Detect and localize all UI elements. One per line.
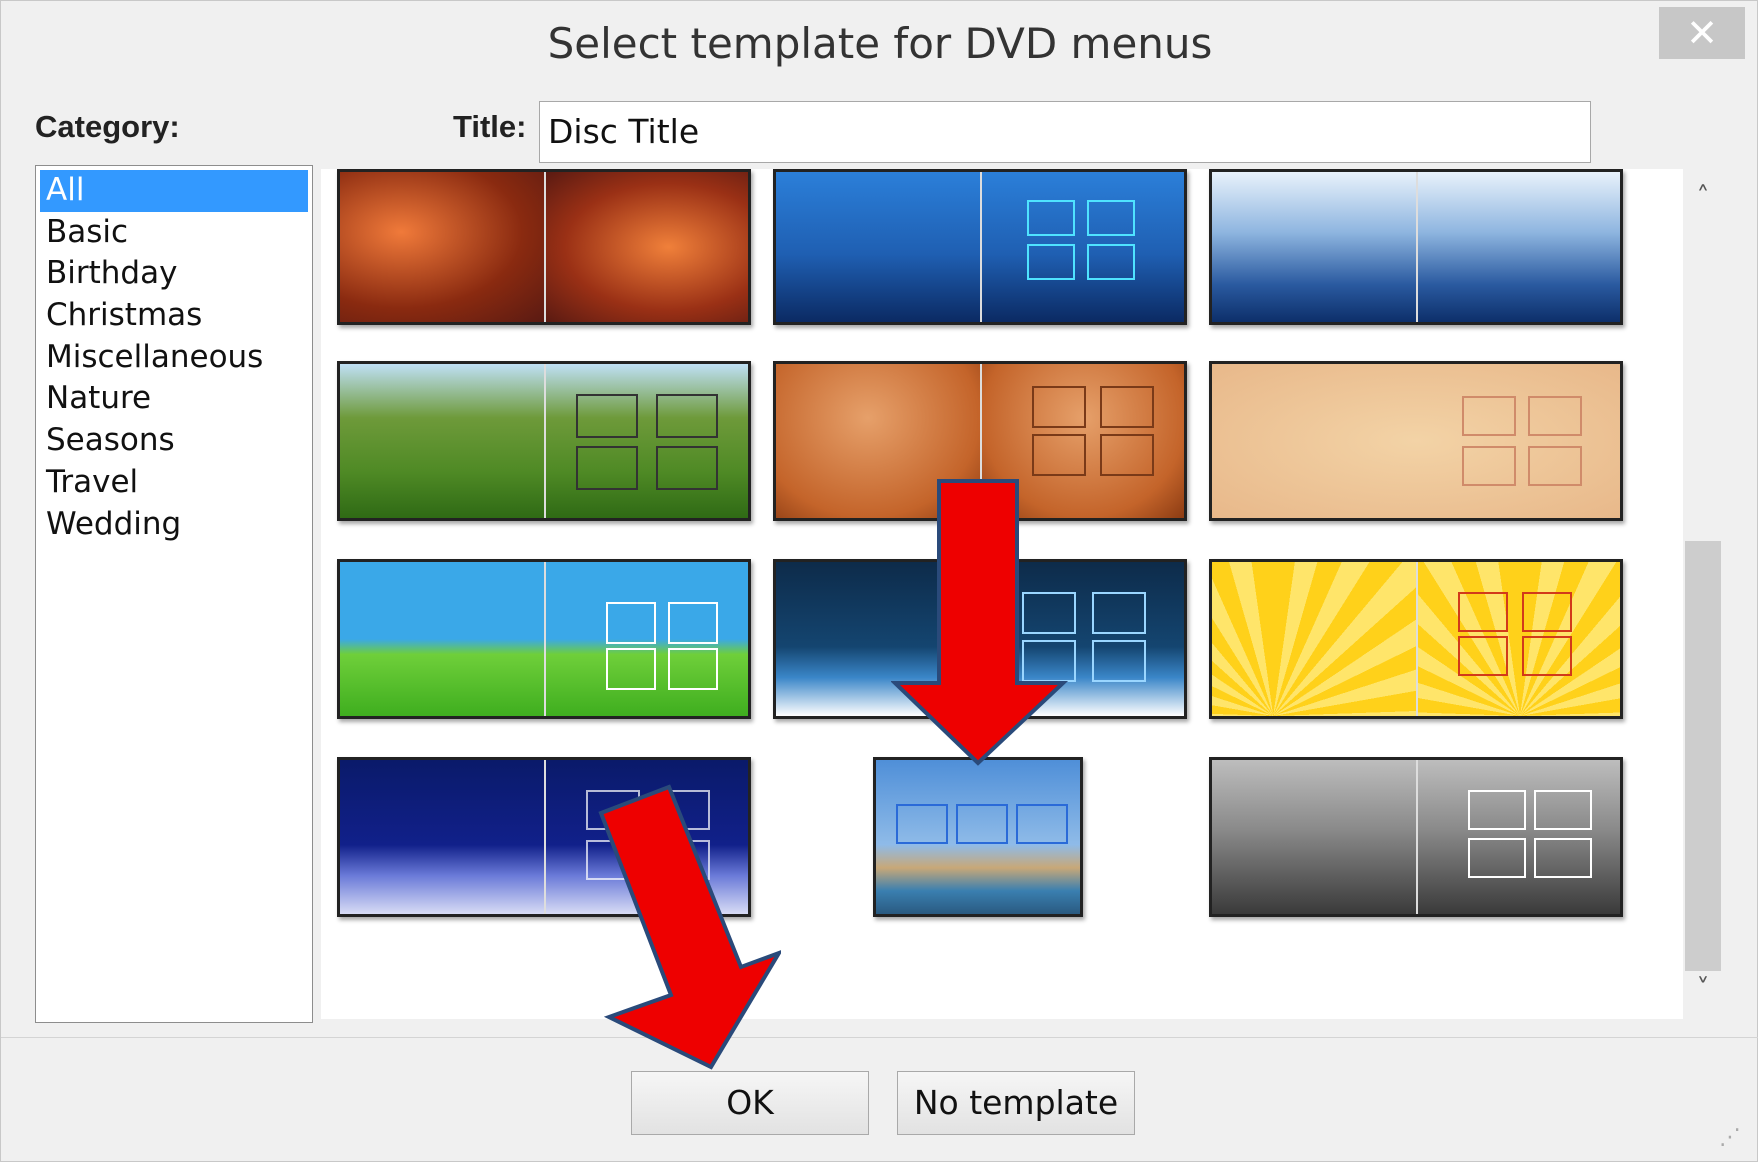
dialog-title: Select template for DVD menus: [547, 19, 1213, 68]
template-thumb-red-clouds[interactable]: [337, 169, 751, 325]
title-input[interactable]: Disc Title: [539, 101, 1591, 163]
scroll-up-icon[interactable]: ˄: [1691, 184, 1715, 210]
no-template-button[interactable]: No template: [897, 1071, 1135, 1135]
vertical-scrollbar[interactable]: ˄ ˅: [1683, 169, 1723, 1019]
title-bar: Select template for DVD menus ✕: [1, 1, 1758, 91]
template-thumb-snowy-trees[interactable]: [1209, 169, 1623, 325]
category-item-wedding[interactable]: Wedding: [40, 504, 308, 546]
title-label: Title:: [453, 109, 527, 144]
category-item-miscellaneous[interactable]: Miscellaneous: [40, 337, 308, 379]
category-label: Category:: [35, 109, 180, 144]
category-item-basic[interactable]: Basic: [40, 212, 308, 254]
resize-grip-icon[interactable]: ⋰: [1719, 1125, 1753, 1159]
category-item-nature[interactable]: Nature: [40, 378, 308, 420]
annotation-arrow-ok-icon: [598, 784, 781, 1070]
ok-button[interactable]: OK: [631, 1071, 869, 1135]
dvd-template-dialog: Select template for DVD menus ✕ Category…: [0, 0, 1758, 1162]
category-item-travel[interactable]: Travel: [40, 462, 308, 504]
scrollbar-thumb[interactable]: [1685, 541, 1721, 971]
category-item-seasons[interactable]: Seasons: [40, 420, 308, 462]
close-button[interactable]: ✕: [1659, 7, 1745, 59]
category-list[interactable]: All Basic Birthday Christmas Miscellaneo…: [35, 165, 313, 1023]
template-thumb-green-park[interactable]: [337, 361, 751, 521]
annotation-arrow-down-icon: [891, 479, 1069, 766]
template-thumb-seaside-ship[interactable]: [873, 757, 1083, 917]
template-thumb-cartoon-landscape[interactable]: [337, 559, 751, 719]
close-icon: ✕: [1686, 11, 1718, 55]
category-item-christmas[interactable]: Christmas: [40, 295, 308, 337]
scroll-down-icon[interactable]: ˅: [1691, 976, 1715, 1002]
category-item-all[interactable]: All: [40, 170, 308, 212]
template-thumb-sun-rays[interactable]: [1209, 559, 1623, 719]
category-item-birthday[interactable]: Birthday: [40, 253, 308, 295]
template-thumb-wedding-church[interactable]: [1209, 757, 1623, 917]
template-thumb-blue-forest[interactable]: [773, 169, 1187, 325]
separator: [1, 1037, 1758, 1038]
template-thumb-beige-texture[interactable]: [1209, 361, 1623, 521]
